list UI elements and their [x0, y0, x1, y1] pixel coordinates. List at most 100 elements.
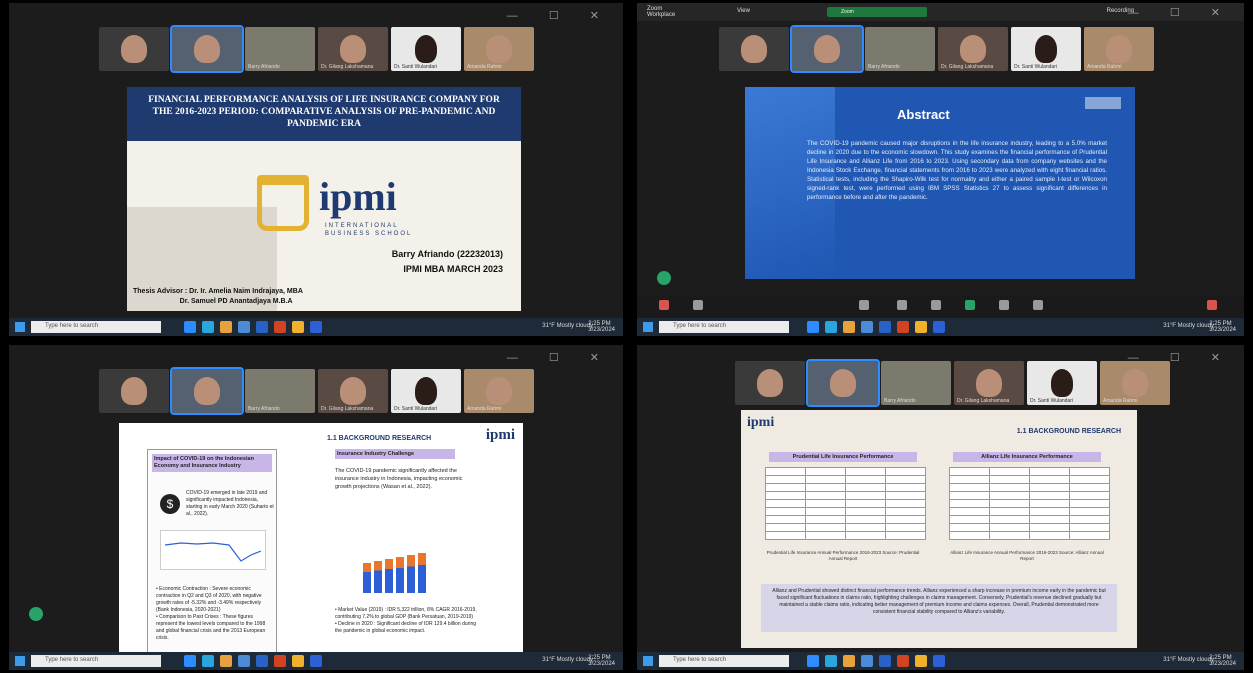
participant-tile-active[interactable]	[806, 359, 880, 407]
powerpoint-icon[interactable]	[274, 655, 286, 667]
word-icon[interactable]	[879, 655, 891, 667]
weather-tray[interactable]: 31°F Mostly cloudy	[1163, 323, 1214, 329]
participant-tile[interactable]	[99, 369, 169, 413]
participant-tile[interactable]	[99, 27, 169, 71]
edge-icon[interactable]	[202, 321, 214, 333]
taskbar-search-input[interactable]: Type here to search	[659, 655, 789, 667]
participant-tile-active[interactable]	[170, 367, 244, 415]
chat-icon[interactable]	[897, 300, 907, 310]
shared-slide: 1.1 BACKGROUND RESEARCH ipmi Impact of C…	[119, 423, 523, 655]
participant-tile[interactable]: Dr. Gilang Lakshamana	[938, 27, 1008, 71]
view-button[interactable]: View	[737, 8, 750, 14]
apps-icon[interactable]	[999, 300, 1009, 310]
participant-tile[interactable]: Amanda Rahmi	[1084, 27, 1154, 71]
chrome-icon[interactable]	[292, 321, 304, 333]
participant-tile[interactable]: Barry Afriando	[881, 361, 951, 405]
participant-tile[interactable]: Dr. Gilang Lakshamana	[318, 27, 388, 71]
chrome-icon[interactable]	[292, 655, 304, 667]
chrome-icon[interactable]	[915, 655, 927, 667]
table-row	[949, 475, 1110, 484]
file-explorer-icon[interactable]	[220, 321, 232, 333]
windows-taskbar: Type here to search 31°F Mostly cloudy 2…	[9, 318, 623, 336]
participant-tile-active[interactable]	[170, 25, 244, 73]
zoom-status-icon[interactable]	[29, 607, 43, 621]
zoom-app-icon[interactable]	[184, 655, 196, 667]
zoom-control-bar	[637, 296, 1244, 318]
participant-tile[interactable]: Barry Afriando	[245, 27, 315, 71]
window-controls[interactable]: — ☐ ✕	[1128, 6, 1234, 19]
windows-start-icon[interactable]	[643, 656, 653, 666]
file-explorer-icon[interactable]	[843, 321, 855, 333]
participant-tile-active[interactable]	[790, 25, 864, 73]
mute-icon[interactable]	[659, 300, 669, 310]
zoom-status-icon[interactable]	[657, 271, 671, 285]
video-icon[interactable]	[693, 300, 703, 310]
zoom-app-icon[interactable]	[184, 321, 196, 333]
program-name: IPMI MBA MARCH 2023	[403, 264, 503, 274]
participant-tile[interactable]: Dr. Santi Wulandari	[1027, 361, 1097, 405]
windows-start-icon[interactable]	[15, 656, 25, 666]
powerpoint-icon[interactable]	[897, 655, 909, 667]
participant-tile[interactable]: Dr. Santi Wulandari	[391, 27, 461, 71]
share-icon[interactable]	[965, 300, 975, 310]
shared-slide: FINANCIAL PERFORMANCE ANALYSIS OF LIFE I…	[127, 87, 521, 311]
participant-tile[interactable]: Amanda Rahmi	[464, 27, 534, 71]
participant-tile[interactable]: Dr. Santi Wulandari	[391, 369, 461, 413]
participant-tile[interactable]: Dr. Gilang Lakshamana	[954, 361, 1024, 405]
store-icon[interactable]	[861, 655, 873, 667]
windows-start-icon[interactable]	[643, 322, 653, 332]
weather-tray[interactable]: 31°F Mostly cloudy	[1163, 657, 1214, 663]
abstract-heading: Abstract	[897, 107, 950, 122]
chrome-icon[interactable]	[915, 321, 927, 333]
weather-tray[interactable]: 31°F Mostly cloudy	[542, 323, 593, 329]
participant-strip: Barry Afriando Dr. Gilang Lakshamana Dr.…	[719, 25, 1154, 73]
table-row	[765, 467, 926, 476]
mail-icon[interactable]	[933, 321, 945, 333]
taskbar-search-input[interactable]: Type here to search	[659, 321, 789, 333]
table-row	[765, 491, 926, 500]
zoom-app-icon[interactable]	[807, 655, 819, 667]
windows-start-icon[interactable]	[15, 322, 25, 332]
file-explorer-icon[interactable]	[843, 655, 855, 667]
window-controls[interactable]: — ☐ ✕	[507, 351, 613, 364]
word-icon[interactable]	[256, 655, 268, 667]
participant-tile[interactable]	[735, 361, 805, 405]
table-row	[765, 483, 926, 492]
allianz-table	[949, 467, 1110, 540]
table-row	[949, 531, 1110, 540]
store-icon[interactable]	[861, 321, 873, 333]
edge-icon[interactable]	[202, 655, 214, 667]
react-icon[interactable]	[931, 300, 941, 310]
store-icon[interactable]	[238, 655, 250, 667]
word-icon[interactable]	[256, 321, 268, 333]
edge-icon[interactable]	[825, 655, 837, 667]
file-explorer-icon[interactable]	[220, 655, 232, 667]
weather-tray[interactable]: 31°F Mostly cloudy	[542, 657, 593, 663]
edge-icon[interactable]	[825, 321, 837, 333]
zoom-app-icon[interactable]	[807, 321, 819, 333]
leave-icon[interactable]	[1207, 300, 1217, 310]
taskbar-search-input[interactable]: Type here to search	[31, 655, 161, 667]
powerpoint-icon[interactable]	[274, 321, 286, 333]
participant-tile[interactable]: Dr. Santi Wulandari	[1011, 27, 1081, 71]
word-icon[interactable]	[879, 321, 891, 333]
participants-icon[interactable]	[859, 300, 869, 310]
participant-tile[interactable]: Dr. Gilang Lakshamana	[318, 369, 388, 413]
mail-icon[interactable]	[310, 321, 322, 333]
clock-date: 3/23/2024	[588, 327, 615, 333]
participant-tile[interactable]: Amanda Rahmi	[1100, 361, 1170, 405]
window-controls[interactable]: — ☐ ✕	[507, 9, 613, 22]
participant-tile[interactable]	[719, 27, 789, 71]
powerpoint-icon[interactable]	[897, 321, 909, 333]
participant-tile[interactable]: Barry Afriando	[245, 369, 315, 413]
slide-logo	[1085, 97, 1121, 109]
store-icon[interactable]	[238, 321, 250, 333]
participant-tile[interactable]: Amanda Rahmi	[464, 369, 534, 413]
mail-icon[interactable]	[310, 655, 322, 667]
taskbar-search-input[interactable]: Type here to search	[31, 321, 161, 333]
participant-tile[interactable]: Barry Afriando	[865, 27, 935, 71]
mail-icon[interactable]	[933, 655, 945, 667]
more-icon[interactable]	[1033, 300, 1043, 310]
ipmi-logo: ipmi	[319, 174, 397, 219]
meeting-info-pill[interactable]: Zoom	[827, 7, 927, 17]
